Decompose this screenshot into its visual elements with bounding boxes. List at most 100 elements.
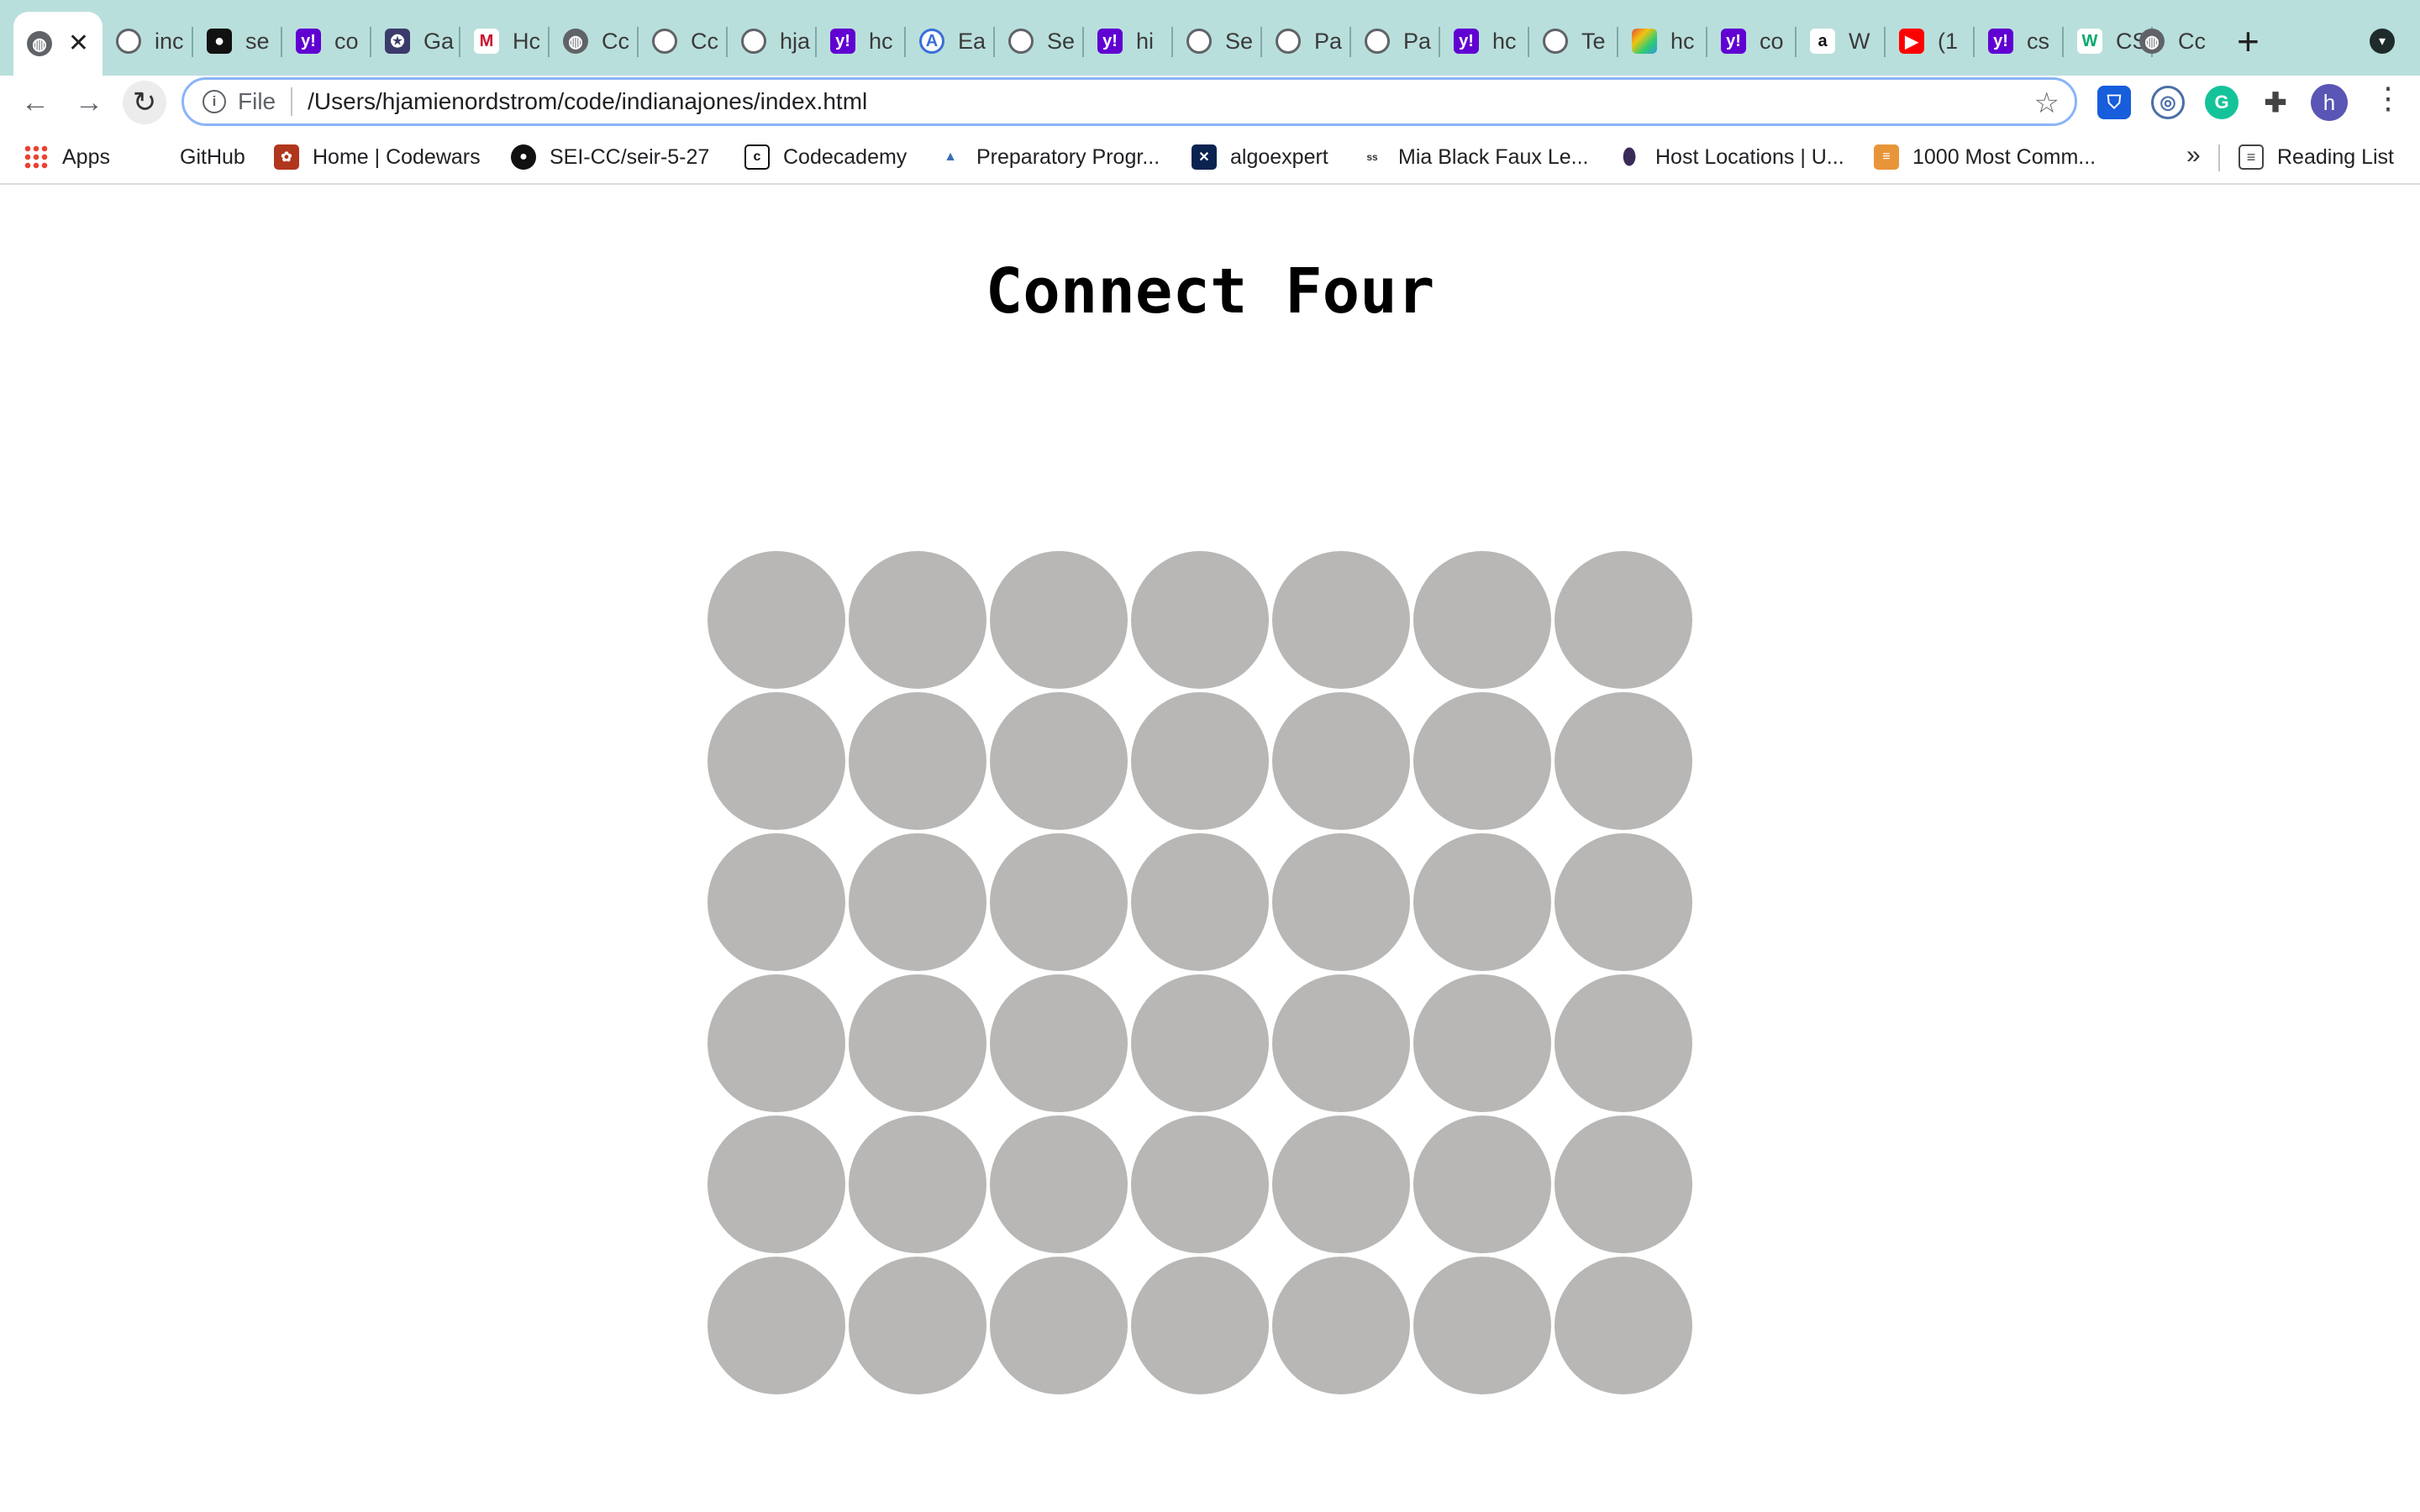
- board-cell[interactable]: [1131, 1257, 1269, 1394]
- board-cell[interactable]: [1413, 692, 1551, 830]
- board-cell[interactable]: [990, 1116, 1128, 1253]
- tab[interactable]: M Hc: [460, 12, 548, 71]
- tab[interactable]: y! hi: [1084, 12, 1171, 71]
- board-cell[interactable]: [1272, 974, 1410, 1112]
- board-cell[interactable]: [990, 833, 1128, 971]
- extensions-puzzle-icon[interactable]: ✚: [2259, 86, 2292, 119]
- board-cell[interactable]: [1555, 833, 1692, 971]
- board-cell[interactable]: [708, 1257, 845, 1394]
- bookmark-host-locations[interactable]: ⬮ Host Locations | U...: [1617, 143, 1844, 171]
- bookmark-codewars[interactable]: ✿ Home | Codewars: [274, 143, 481, 171]
- tab[interactable]: Pa: [1351, 12, 1439, 71]
- board-cell[interactable]: [990, 551, 1128, 689]
- tab[interactable]: ✪ Ga: [371, 12, 459, 71]
- bookmark-mia-black[interactable]: ss Mia Black Faux Le...: [1360, 143, 1588, 171]
- tab[interactable]: Se: [1173, 12, 1260, 71]
- board-cell[interactable]: [990, 1257, 1128, 1394]
- board-cell[interactable]: [708, 692, 845, 830]
- github-icon: [652, 29, 677, 54]
- tab[interactable]: y! cs: [1975, 12, 2062, 71]
- close-tab-icon[interactable]: ✕: [68, 29, 89, 58]
- tab[interactable]: ◍ Cc: [550, 12, 637, 71]
- board-cell[interactable]: [1131, 1116, 1269, 1253]
- board-cell[interactable]: [1272, 692, 1410, 830]
- board-cell[interactable]: [1131, 692, 1269, 830]
- back-button[interactable]: ←: [13, 81, 57, 124]
- tab[interactable]: y! co: [282, 12, 370, 71]
- board-cell[interactable]: [1272, 1116, 1410, 1253]
- tab[interactable]: inc: [103, 12, 190, 71]
- board-cell[interactable]: [1555, 1116, 1692, 1253]
- board-cell[interactable]: [1131, 974, 1269, 1112]
- tab[interactable]: hja: [728, 12, 815, 71]
- board-cell[interactable]: [849, 551, 986, 689]
- board-cell[interactable]: [1413, 833, 1551, 971]
- board-cell[interactable]: [990, 692, 1128, 830]
- board-cell[interactable]: [1413, 1116, 1551, 1253]
- tab[interactable]: a W: [1797, 12, 1884, 71]
- tab[interactable]: Te: [1529, 12, 1617, 71]
- board-cell[interactable]: [1272, 833, 1410, 971]
- tab[interactable]: ◍ Cc: [2126, 12, 2213, 71]
- reload-button[interactable]: ↻: [123, 81, 166, 124]
- bookmark-preparatory[interactable]: ▲ Preparatory Progr...: [938, 143, 1160, 171]
- bookmark-codecademy[interactable]: c Codecademy: [744, 143, 907, 171]
- url-text[interactable]: /Users/hjamienordstrom/code/indianajones…: [308, 88, 867, 115]
- board-cell[interactable]: [1555, 692, 1692, 830]
- forward-button[interactable]: →: [67, 81, 111, 124]
- board-cell[interactable]: [1555, 974, 1692, 1112]
- tab-search-icon[interactable]: ▾: [2370, 29, 2395, 54]
- tab[interactable]: Se: [995, 12, 1082, 71]
- tab[interactable]: ▶ (1: [1886, 12, 1973, 71]
- board-cell[interactable]: [1555, 1257, 1692, 1394]
- bookmark-github[interactable]: GitHub: [141, 143, 245, 171]
- profile-avatar[interactable]: h: [2311, 84, 2348, 121]
- tab[interactable]: y! hc: [817, 12, 904, 71]
- new-tab-button[interactable]: +: [2237, 18, 2260, 64]
- bookmark-1000-most-common[interactable]: ≡ 1000 Most Comm...: [1874, 143, 2096, 171]
- board-cell[interactable]: [849, 1257, 986, 1394]
- tab-title: Hc: [513, 28, 540, 54]
- board-cell[interactable]: [1413, 974, 1551, 1112]
- game-board: [708, 551, 1696, 1398]
- glasses-extension-icon[interactable]: ◎: [2151, 86, 2185, 119]
- bookmark-apps[interactable]: Apps: [24, 143, 110, 171]
- browser-menu-icon[interactable]: ⋮: [2373, 81, 2403, 116]
- board-cell[interactable]: [1272, 551, 1410, 689]
- tab[interactable]: Cc: [639, 12, 726, 71]
- reading-list-button[interactable]: ≡ Reading List: [2238, 143, 2394, 171]
- tab[interactable]: A Ea: [906, 12, 993, 71]
- bookmark-seir[interactable]: ● SEI-CC/seir-5-27: [511, 143, 709, 171]
- board-cell[interactable]: [708, 833, 845, 971]
- board-cell[interactable]: [849, 833, 986, 971]
- board-cell[interactable]: [708, 1116, 845, 1253]
- board-cell[interactable]: [990, 974, 1128, 1112]
- board-cell[interactable]: [849, 1116, 986, 1253]
- board-cell[interactable]: [849, 692, 986, 830]
- board-cell[interactable]: [1413, 551, 1551, 689]
- bookmarks-overflow-button[interactable]: »: [2186, 141, 2201, 170]
- tab-title: (1: [1938, 28, 1959, 54]
- tab[interactable]: y! hc: [1440, 12, 1528, 71]
- bookmark-label: Home | Codewars: [313, 144, 481, 169]
- grammarly-extension-icon[interactable]: G: [2205, 86, 2238, 119]
- tab[interactable]: hc: [1618, 12, 1706, 71]
- board-cell[interactable]: [1413, 1257, 1551, 1394]
- board-cell[interactable]: [708, 974, 845, 1112]
- board-cell[interactable]: [1272, 1257, 1410, 1394]
- info-icon[interactable]: i: [203, 90, 226, 113]
- tab[interactable]: ● se: [193, 12, 281, 71]
- tab[interactable]: y! co: [1707, 12, 1795, 71]
- board-cell[interactable]: [1131, 833, 1269, 971]
- board-cell[interactable]: [1555, 551, 1692, 689]
- youtube-icon: ▶: [1899, 29, 1924, 54]
- board-cell[interactable]: [1131, 551, 1269, 689]
- address-bar[interactable]: i File /Users/hjamienordstrom/code/india…: [182, 77, 2077, 126]
- tab-active[interactable]: ◍ ✕: [13, 12, 103, 76]
- bookmark-algoexpert[interactable]: ✕ algoexpert: [1192, 143, 1328, 171]
- bitwarden-extension-icon[interactable]: ⛉: [2097, 86, 2131, 119]
- board-cell[interactable]: [849, 974, 986, 1112]
- bookmark-star-icon[interactable]: ☆: [2034, 87, 2060, 120]
- tab[interactable]: Pa: [1262, 12, 1349, 71]
- board-cell[interactable]: [708, 551, 845, 689]
